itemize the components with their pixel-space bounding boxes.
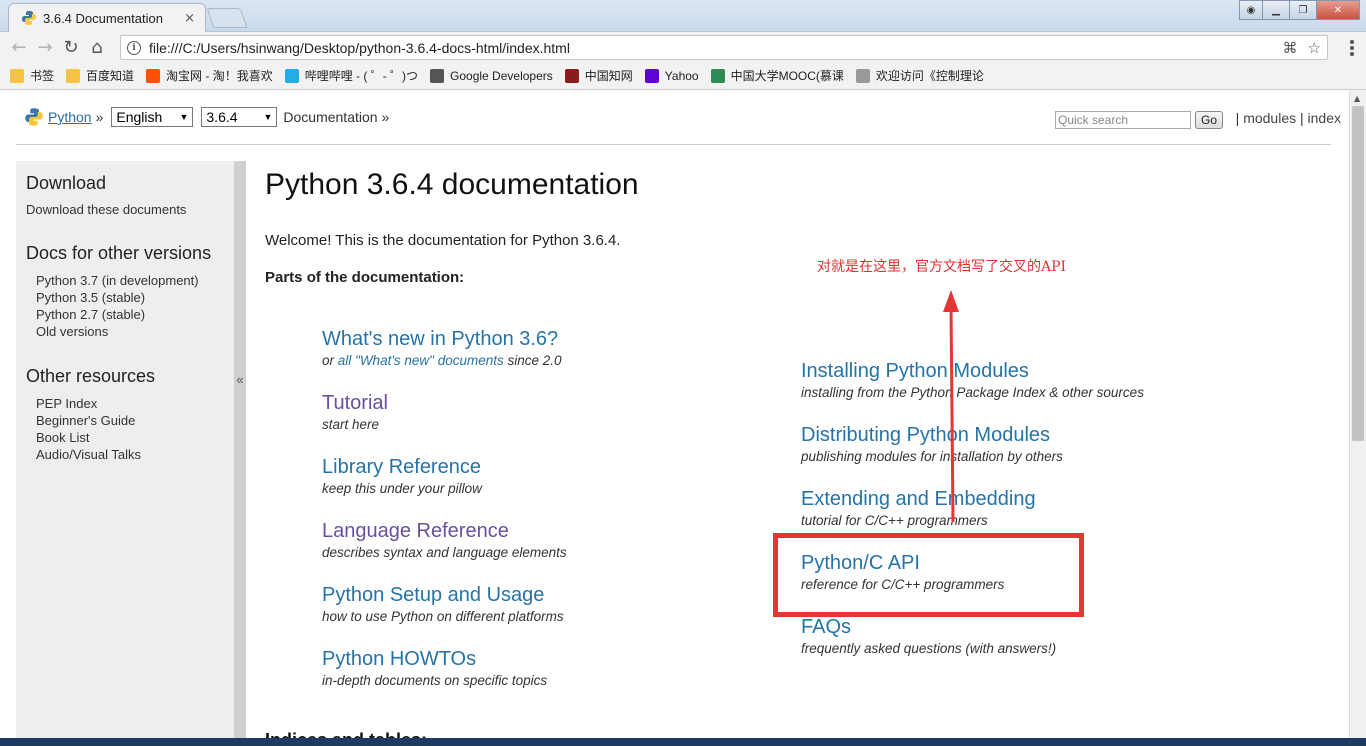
scroll-thumb[interactable] xyxy=(1352,106,1364,441)
bookmark-label: Google Developers xyxy=(450,68,553,83)
info-icon[interactable]: i xyxy=(127,40,141,55)
bookmark-item[interactable]: Google Developers xyxy=(430,68,553,83)
close-window-icon[interactable]: ✕ xyxy=(1316,0,1360,20)
bookmark-item[interactable]: 欢迎访问《控制理论 xyxy=(855,67,984,84)
folder-icon xyxy=(66,68,81,83)
minimize-icon[interactable]: ▁ xyxy=(1262,0,1290,20)
scroll-up-icon[interactable]: ▲ xyxy=(1354,94,1360,103)
yahoo-icon xyxy=(644,68,659,83)
browser-toolbar: ← → ↻ ⌂ i file:///C:/Users/hsinwang/Desk… xyxy=(0,32,1366,62)
browser-tab[interactable]: 3.6.4 Documentation × xyxy=(8,3,206,32)
maximize-icon[interactable]: ❐ xyxy=(1289,0,1317,20)
new-tab-button[interactable] xyxy=(206,8,248,28)
bookmark-label: Yahoo xyxy=(664,68,699,83)
bilibili-icon xyxy=(284,68,299,83)
page-content: Python » English ▼ 3.6.4 ▼ Documentation… xyxy=(0,90,1349,746)
bookmark-label: 淘宝网 - 淘！我喜欢 xyxy=(166,69,273,83)
translate-icon[interactable]: ⌘ xyxy=(1283,39,1298,57)
bookmark-item[interactable]: 百度知道 xyxy=(66,67,134,84)
address-bar[interactable]: i file:///C:/Users/hsinwang/Desktop/pyth… xyxy=(120,35,1328,60)
bookmarks-bar: 书签 百度知道 淘宝网 - 淘！我喜欢 哔哩哔哩 - ( ゜- ゜)つ Google D… xyxy=(0,62,1366,90)
page-icon xyxy=(855,68,870,83)
bookmark-label: 百度知道 xyxy=(86,69,135,83)
annotation-arrow-icon xyxy=(943,290,959,523)
home-icon[interactable]: ⌂ xyxy=(84,34,110,60)
bookmark-label: 书签 xyxy=(30,69,55,83)
bookmark-item[interactable]: 中国知网 xyxy=(564,67,633,84)
user-icon[interactable]: ◉ xyxy=(1239,0,1263,20)
menu-icon[interactable] xyxy=(1350,40,1354,56)
google-developers-icon xyxy=(430,68,445,83)
window-controls: ◉ ▁ ❐ ✕ xyxy=(1239,0,1360,20)
reload-icon[interactable]: ↻ xyxy=(58,34,84,60)
bookmark-item[interactable]: 哔哩哔哩 - ( ゜- ゜)つ xyxy=(284,67,419,84)
bookmark-star-icon[interactable]: ☆ xyxy=(1308,39,1321,57)
bookmark-item[interactable]: Yahoo xyxy=(644,68,699,83)
vertical-scrollbar[interactable]: ▲ xyxy=(1349,90,1366,746)
mooc-icon xyxy=(710,68,725,83)
annotation-highlight-box xyxy=(773,533,1084,617)
bookmark-label: 欢迎访问《控制理论 xyxy=(875,69,984,83)
bookmark-label: 中国知网 xyxy=(584,69,633,83)
python-favicon-icon xyxy=(21,10,37,26)
windows-taskbar xyxy=(0,738,1366,746)
tab-close-icon[interactable]: × xyxy=(184,11,195,26)
bookmark-item[interactable]: 中国大学MOOC(慕课 xyxy=(710,67,844,84)
bookmark-item[interactable]: 书签 xyxy=(10,67,54,84)
bookmark-item[interactable]: 淘宝网 - 淘！我喜欢 xyxy=(146,67,273,84)
url-text[interactable]: file:///C:/Users/hsinwang/Desktop/python… xyxy=(149,40,1273,56)
back-icon[interactable]: ← xyxy=(6,34,32,60)
bookmark-label: 哔哩哔哩 - ( ゜- ゜)つ xyxy=(304,69,419,83)
forward-icon[interactable]: → xyxy=(32,34,58,60)
bookmark-label: 中国大学MOOC(慕课 xyxy=(730,69,844,83)
cnki-icon xyxy=(564,68,579,83)
tab-title: 3.6.4 Documentation xyxy=(43,10,163,26)
browser-titlebar: 3.6.4 Documentation × ◉ ▁ ❐ ✕ xyxy=(0,0,1366,32)
folder-icon xyxy=(10,68,24,83)
taobao-icon xyxy=(146,68,161,83)
